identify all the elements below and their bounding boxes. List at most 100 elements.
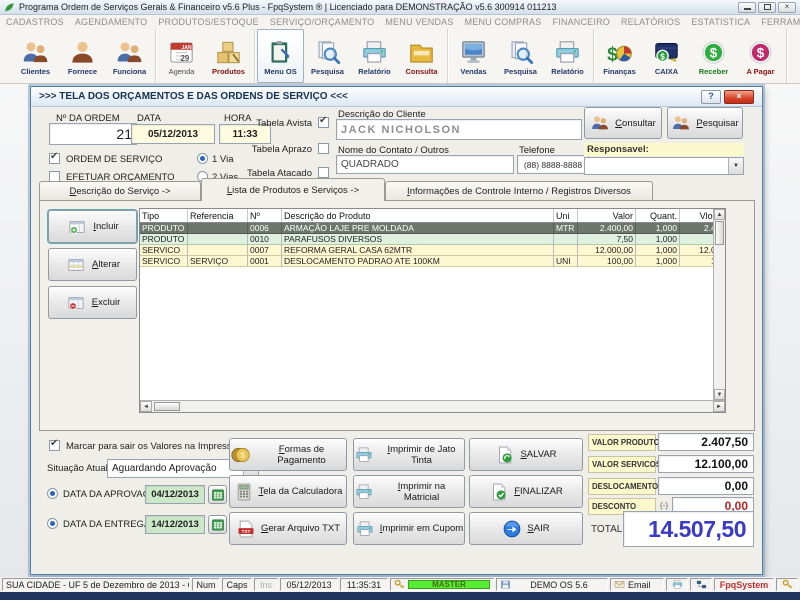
- toolbar-produtos[interactable]: Produtos: [205, 29, 252, 83]
- search-icon: [313, 39, 342, 66]
- dollar-green-icon: [699, 39, 728, 66]
- grid-plus-icon: [66, 218, 88, 236]
- incluir-button[interactable]: Incluir: [48, 210, 137, 243]
- table-row[interactable]: SERVICO SERVIÇO 0001 DESLOCAMENTO PADRAO…: [140, 256, 713, 267]
- menu-compras[interactable]: MENU COMPRAS: [465, 17, 542, 27]
- client-desc-field[interactable]: JACK NICHOLSON: [336, 119, 582, 140]
- close-icon[interactable]: ×: [778, 2, 796, 13]
- menubar: CADASTROS AGENDAMENTO PRODUTOS/ESTOQUE S…: [0, 15, 800, 29]
- excluir-button[interactable]: Excluir: [48, 286, 137, 319]
- toolbar-receber[interactable]: Receber: [690, 29, 737, 83]
- entrega-calendar-icon[interactable]: [208, 515, 227, 534]
- via1-radio[interactable]: [197, 153, 208, 164]
- data-entrega-label: DATA DA ENTREGA: [63, 519, 150, 530]
- status-caps: Caps: [222, 578, 252, 591]
- scroll-right-icon[interactable]: ►: [713, 401, 725, 412]
- toolbar-pesquisa-vendas[interactable]: Pesquisa: [497, 29, 544, 83]
- menu-financeiro[interactable]: FINANCEIRO: [552, 17, 610, 27]
- data-aprovacao-field[interactable]: 04/12/2013: [145, 485, 205, 504]
- toolbar-financas[interactable]: Finanças: [596, 29, 643, 83]
- tab-lista-produtos[interactable]: Lista de Produtos e Serviços ->: [201, 178, 385, 201]
- help-icon[interactable]: ?: [701, 90, 721, 104]
- tab-descricao-servico[interactable]: Descrição do Serviço ->: [39, 181, 201, 201]
- menu-vendas[interactable]: MENU VENDAS: [385, 17, 453, 27]
- orders-dialog: >>> TELA DOS ORÇAMENTOS E DAS ORDENS DE …: [30, 86, 763, 575]
- toolbar-vendas[interactable]: Vendas: [450, 29, 497, 83]
- toolbar-relatorio-os[interactable]: Relatório: [351, 29, 398, 83]
- gerar-txt-button[interactable]: Gerar Arquivo TXT: [229, 512, 347, 545]
- close-icon[interactable]: ×: [724, 90, 754, 104]
- status-printer[interactable]: [666, 578, 688, 591]
- tabela-atacado-checkbox[interactable]: [318, 167, 329, 178]
- pesquisar-button[interactable]: Pesquisar: [667, 107, 743, 139]
- horizontal-scrollbar[interactable]: ◄ ►: [140, 400, 725, 412]
- formas-pagamento-button[interactable]: Formas de Pagamento: [229, 438, 347, 471]
- order-date-field[interactable]: 05/12/2013: [131, 124, 215, 144]
- imprimir-jato-button[interactable]: Imprimir de Jato Tinta: [353, 438, 465, 471]
- table-row[interactable]: SERVICO 0007 REFORMA GERAL CASA 62MTR 12…: [140, 245, 713, 256]
- table-row[interactable]: PRODUTO 0006 ARMAÇÃO LAJE PRE MOLDADA MT…: [140, 223, 713, 234]
- scroll-down-icon[interactable]: ▼: [714, 389, 725, 400]
- scroll-left-icon[interactable]: ◄: [140, 401, 152, 412]
- data-entrega-radio[interactable]: [47, 518, 58, 529]
- coins-icon: [230, 445, 252, 465]
- toolbar-pesquisa-os[interactable]: Pesquisa: [304, 29, 351, 83]
- status-email[interactable]: Email: [610, 578, 664, 591]
- menu-estatistica[interactable]: ESTATISTICA: [691, 17, 750, 27]
- menu-servico-orcamento[interactable]: SERVIÇO/ORÇAMENTO: [270, 17, 375, 27]
- toolbar-funcionarios[interactable]: Funciona: [106, 29, 153, 83]
- phone-field[interactable]: (88) 8888-8888: [517, 155, 589, 174]
- toolbar-menu-os[interactable]: Menu OS: [257, 29, 304, 83]
- toolbar-a-pagar[interactable]: A Pagar: [737, 29, 784, 83]
- toolbar-cartas[interactable]: Cartas: [789, 29, 800, 83]
- monitor-icon: [459, 39, 488, 66]
- tab-informacoes-controle[interactable]: Informações de Controle Interno / Regist…: [385, 181, 653, 201]
- vertical-scrollbar[interactable]: ▲ ▼: [713, 209, 725, 400]
- scroll-up-icon[interactable]: ▲: [714, 209, 725, 220]
- status-location: SUA CIDADE - UF 5 de Dezembro de 2013 - …: [2, 578, 190, 591]
- imprimir-cupom-button[interactable]: Imprimir em Cupom: [353, 512, 465, 545]
- responsavel-select[interactable]: ▼: [584, 157, 744, 175]
- order-number-field[interactable]: 21: [49, 123, 137, 145]
- menu-ferramentas[interactable]: FERRAMENTAS: [761, 17, 800, 27]
- menu-relatorios[interactable]: RELATÓRIOS: [621, 17, 680, 27]
- scrollbar-thumb[interactable]: [154, 402, 180, 411]
- person-icon: [68, 39, 97, 66]
- restore-icon[interactable]: [758, 2, 776, 13]
- grid-edit-icon: [65, 256, 87, 274]
- toolbar-fornecedores[interactable]: Fornece: [59, 29, 106, 83]
- ordem-servico-checkbox[interactable]: [49, 153, 60, 164]
- menu-cadastros[interactable]: CADASTROS: [6, 17, 64, 27]
- data-aprovacao-radio[interactable]: [47, 488, 58, 499]
- menu-agendamento[interactable]: AGENDAMENTO: [75, 17, 148, 27]
- minimize-icon[interactable]: [738, 2, 756, 13]
- menu-produtos-estoque[interactable]: PRODUTOS/ESTOQUE: [158, 17, 258, 27]
- deslocamento-value: 0,00: [658, 477, 754, 495]
- consultar-button[interactable]: Consultar: [584, 107, 662, 139]
- table-row[interactable]: PRODUTO 0010 PARAFUSOS DIVERSOS 7,50 1,0…: [140, 234, 713, 245]
- aprovacao-calendar-icon[interactable]: [208, 485, 227, 504]
- toolbar-clientes[interactable]: Clientes: [12, 29, 59, 83]
- situacao-label: Situação Atual: [47, 463, 108, 474]
- scrollbar-thumb[interactable]: [715, 221, 724, 245]
- data-entrega-field[interactable]: 14/12/2013: [145, 515, 205, 534]
- toolbar-consulta[interactable]: Consulta: [398, 29, 445, 83]
- deslocamento-label: DESLOCAMENTO: [588, 478, 656, 495]
- key-icon: [394, 579, 405, 590]
- imprimir-matricial-button[interactable]: Imprimir na Matricial: [353, 475, 465, 508]
- finalizar-button[interactable]: FINALIZAR: [469, 475, 583, 508]
- toolbar-relatorio-vendas[interactable]: Relatório: [544, 29, 591, 83]
- marcar-valores-checkbox[interactable]: [49, 440, 60, 451]
- toolbar-caixa[interactable]: CAIXA: [643, 29, 690, 83]
- status-network[interactable]: [690, 578, 712, 591]
- tabela-aprazo-checkbox[interactable]: [318, 143, 329, 154]
- alterar-button[interactable]: Alterar: [48, 248, 137, 281]
- toolbar-agenda[interactable]: Agenda: [158, 29, 205, 83]
- mail-icon: [614, 579, 625, 590]
- salvar-button[interactable]: SALVAR: [469, 438, 583, 471]
- tabela-avista-checkbox[interactable]: [318, 117, 329, 128]
- calculadora-button[interactable]: Tela da Calculadora: [229, 475, 347, 508]
- contact-field[interactable]: QUADRADO: [336, 155, 514, 174]
- sair-button[interactable]: SAIR: [469, 512, 583, 545]
- disk-icon: [500, 579, 511, 590]
